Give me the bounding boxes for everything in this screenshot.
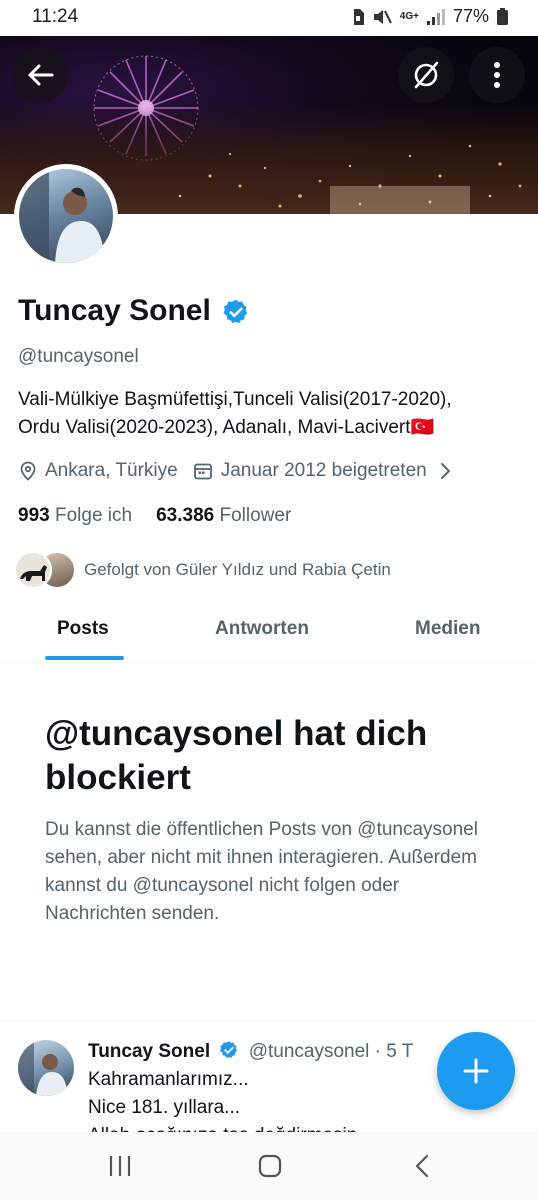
plus-icon (463, 1058, 489, 1084)
post-text-line: Nice 181. yıllara... (88, 1097, 241, 1118)
avatar-photo (19, 169, 113, 263)
back-nav-icon[interactable] (412, 1154, 432, 1178)
following-count: 993 (18, 505, 50, 526)
compose-button[interactable] (437, 1032, 515, 1110)
followed-by-text: Gefolgt von Güler Yıldız und Rabia Çetin (84, 560, 391, 579)
status-time: 11:24 (32, 6, 79, 27)
system-nav-bar (0, 1132, 538, 1200)
blocked-title: @tuncaysonel hat dich blockiert (45, 714, 428, 797)
more-vertical-icon (494, 62, 500, 88)
profile-handle: @tuncaysonel (18, 346, 139, 367)
calendar-icon (193, 463, 212, 480)
network-label: 4G+ (399, 11, 419, 22)
more-options-button[interactable] (469, 47, 525, 103)
post-text-line: Kahramanlarımız... (88, 1069, 249, 1090)
post-header: Tuncay Sonel @tuncaysonel · 5 T (88, 1040, 413, 1063)
active-tab-indicator (45, 656, 124, 660)
back-button[interactable] (12, 47, 68, 103)
profile-bio: Vali-Mülkiye Başmüfettişi,Tunceli Valisi… (18, 386, 528, 442)
home-icon[interactable] (258, 1154, 282, 1178)
verified-badge-icon (223, 299, 248, 324)
tab-posts[interactable]: Posts (57, 618, 109, 640)
profile-name: Tuncay Sonel (18, 294, 211, 327)
chevron-right-icon[interactable] (439, 462, 453, 480)
post-handle-time: @tuncaysonel · 5 T (248, 1041, 414, 1062)
following-label: Folge ich (54, 505, 133, 526)
profile-meta: Ankara, Türkiye Januar 2012 beigetreten (18, 460, 453, 482)
followers-count: 63.386 (156, 505, 215, 526)
profile-stats: 993 Folge ich 63.386 Follower (18, 505, 291, 527)
following-link[interactable]: 993 Folge ich (18, 505, 132, 527)
bio-line: Ordu Valisi(2020-2023), Adanalı, Mavi-La… (18, 417, 435, 438)
follower-avatar (14, 551, 52, 589)
profile-avatar[interactable] (14, 164, 118, 268)
tab-replies[interactable]: Antworten (215, 618, 309, 640)
followers-link[interactable]: 63.386 Follower (156, 505, 291, 527)
battery-icon (497, 8, 508, 25)
followed-by[interactable]: Gefolgt von Güler Yıldız und Rabia Çetin (14, 551, 391, 589)
joined-text: Januar 2012 beigetreten (220, 460, 427, 481)
sim-icon (353, 8, 364, 25)
arrow-left-icon (28, 64, 54, 86)
location-text: Ankara, Türkiye (45, 460, 178, 481)
blocked-description: Du kannst die öffentlichen Posts von @tu… (45, 819, 478, 924)
verified-badge-icon (220, 1041, 238, 1058)
status-bar: 11:24 4G+ 77% (0, 0, 538, 36)
recent-apps-icon[interactable] (108, 1154, 132, 1178)
post-avatar[interactable] (18, 1040, 74, 1096)
tab-media[interactable]: Medien (415, 618, 480, 640)
profile-tabs: Posts Antworten Medien (0, 600, 538, 663)
mute-icon (373, 9, 392, 24)
status-icons: 4G+ 77% (352, 6, 508, 27)
signal-icon (426, 8, 445, 25)
location-pin-icon (20, 461, 36, 481)
bio-line: Vali-Mülkiye Başmüfettişi,Tunceli Valisi… (18, 389, 452, 410)
divider (0, 1020, 538, 1021)
grok-icon (414, 61, 439, 89)
followers-label: Follower (219, 505, 292, 526)
post-author[interactable]: Tuncay Sonel (88, 1041, 210, 1062)
battery-percent: 77% (452, 6, 489, 26)
grok-button[interactable] (398, 47, 454, 103)
